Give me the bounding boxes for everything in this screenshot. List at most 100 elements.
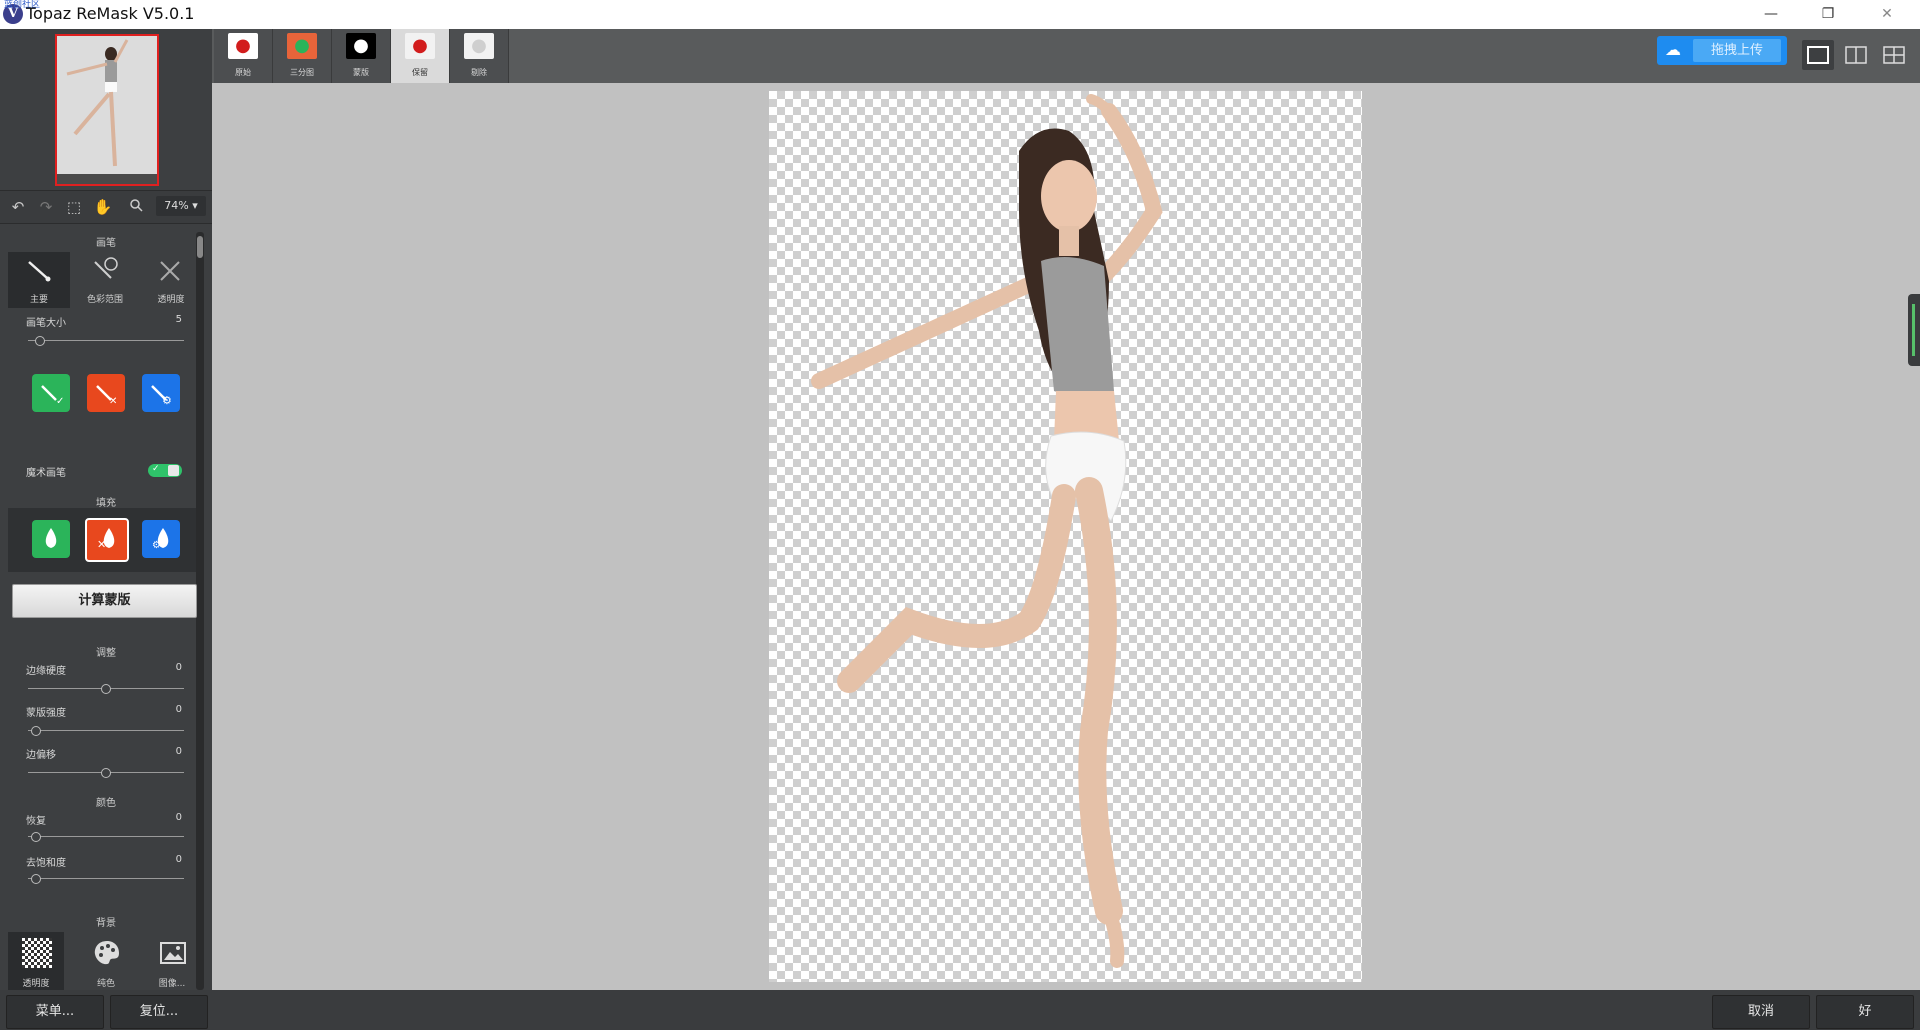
apple-drop-icon: ● [464,33,494,59]
tab-original[interactable]: ● 原始 [214,29,273,83]
tools-scrollbar[interactable] [196,232,204,990]
tab-trimap[interactable]: ● 三分图 [273,29,332,83]
keep-fill-icon [45,528,57,548]
svg-text:⚙: ⚙ [152,540,161,551]
drop-fill-icon: ✕ [97,528,115,551]
watermark-text: 蓝创社区 [4,0,41,10]
image-icon [158,938,188,968]
canvas-toolbar: ↶ ↷ ⬚ ✋ 74% ▾ [0,190,212,224]
palette-icon [92,938,122,968]
background-transparency[interactable]: 透明度 [8,932,64,990]
magic-brush-label: 魔术画笔 [26,468,66,479]
fill-section-title: 填充 [96,498,116,509]
background-section-title: 背景 [96,918,116,929]
svg-text:✕: ✕ [109,396,117,407]
svg-text:✕: ✕ [97,538,106,551]
brush-mode-transparency[interactable]: 透明度 [140,252,202,308]
keep-brush-button[interactable]: ✓ [32,374,70,412]
background-solid-color[interactable]: 纯色 [78,932,134,990]
split-view-icon [1845,46,1867,64]
toggle-knob [168,465,179,476]
ok-button[interactable]: 好 [1816,995,1914,1029]
cloud-icon: ☁ [1665,40,1681,59]
compute-brush-icon: ⚙ [151,385,172,407]
mask-strength-label: 蒙版强度 [26,708,66,719]
edge-hardness-slider-knob[interactable] [101,684,111,694]
cutout-figure [811,94,1163,968]
hand-pan-icon[interactable]: ✋ [93,197,113,217]
apple-original-icon: ● [228,33,258,59]
cancel-button[interactable]: 取消 [1712,995,1810,1029]
single-view-button[interactable] [1802,40,1834,70]
brush-size-label: 画笔大小 [26,318,66,329]
compute-fill-button[interactable]: ⚙ [142,520,180,558]
tab-drop[interactable]: ● 剔除 [450,29,509,83]
restore-button[interactable]: ❐ [1805,0,1851,29]
edge-hardness-label: 边缘硬度 [26,666,66,677]
edge-offset-label: 边偏移 [26,750,56,761]
check-icon: ✓ [152,464,160,474]
reset-button[interactable]: 复位... [110,995,208,1029]
quad-view-icon [1883,46,1905,64]
mask-strength-slider[interactable] [28,730,184,731]
mask-strength-slider-knob[interactable] [30,726,41,736]
drop-brush-icon: ✕ [96,385,117,407]
menu-button[interactable]: 菜单... [6,995,104,1029]
background-image[interactable]: 图像... [144,932,200,990]
navigator-thumbnail[interactable] [55,34,159,186]
title-bar: V Topaz ReMask V5.0.1 蓝创社区 — ❐ ✕ [0,0,1920,30]
background-option-label: 纯色 [96,979,115,989]
zoom-dropdown[interactable]: 74% ▾ [156,196,206,216]
recover-label: 恢复 [26,816,46,827]
close-button[interactable]: ✕ [1864,0,1910,29]
brush-size-value: 5 [175,314,182,325]
apple-mask-icon: ● [346,33,376,59]
compute-mask-button[interactable]: 计算蒙版 [12,584,197,618]
compute-brush-button[interactable]: ⚙ [142,374,180,412]
desaturate-value: 0 [175,854,182,865]
upload-button[interactable]: ☁ 拖拽上传 [1657,36,1787,65]
tab-label: 保留 [412,68,428,77]
minimize-button[interactable]: — [1748,0,1794,29]
tab-label: 蒙版 [353,68,369,77]
apple-keep-icon: ● [405,33,435,59]
desaturate-slider-knob[interactable] [30,874,41,884]
brush-mode-label: 主要 [29,295,48,305]
split-view-button[interactable] [1840,40,1872,70]
compute-fill-icon: ⚙ [152,528,169,551]
apple-trimap-icon: ● [287,33,317,59]
tab-label: 剔除 [471,68,487,77]
desaturate-slider[interactable] [28,878,184,879]
brush-size-slider[interactable] [28,340,184,341]
quad-view-button[interactable] [1878,40,1910,70]
app-title: Topaz ReMask V5.0.1 [26,4,195,23]
background-option-label: 图像... [158,979,186,989]
zoom-icon[interactable] [126,197,146,217]
tab-keep[interactable]: ● 保留 [391,29,450,83]
magic-brush-toggle[interactable]: ✓ [148,464,182,477]
color-section-title: 颜色 [96,798,116,809]
side-panel-handle[interactable] [1908,294,1920,366]
recover-slider-knob[interactable] [30,832,41,842]
keep-brush-icon: ✓ [41,385,64,407]
brush-section-title: 画笔 [96,238,116,249]
keep-fill-button[interactable] [32,520,70,558]
transparency-brush-icon [155,256,185,286]
redo-icon[interactable]: ↷ [36,197,56,217]
drop-brush-button[interactable]: ✕ [87,374,125,412]
tab-label: 三分图 [290,68,314,77]
brush-mode-color-range[interactable]: 色彩范围 [74,252,136,308]
brush-mode-label: 透明度 [157,295,185,305]
marquee-select-icon[interactable]: ⬚ [64,197,84,217]
image-canvas[interactable] [769,91,1362,982]
edge-offset-slider-knob[interactable] [101,768,111,778]
recover-slider[interactable] [28,836,184,837]
bottom-bar [0,990,1920,1030]
edge-offset-value: 0 [175,746,182,757]
handle-indicator [1912,304,1915,356]
recover-value: 0 [175,812,182,823]
undo-icon[interactable]: ↶ [8,197,28,217]
brush-mode-main[interactable]: 主要 [8,252,70,308]
tab-mask[interactable]: ● 蒙版 [332,29,391,83]
drop-fill-button[interactable]: ✕ [85,518,129,562]
